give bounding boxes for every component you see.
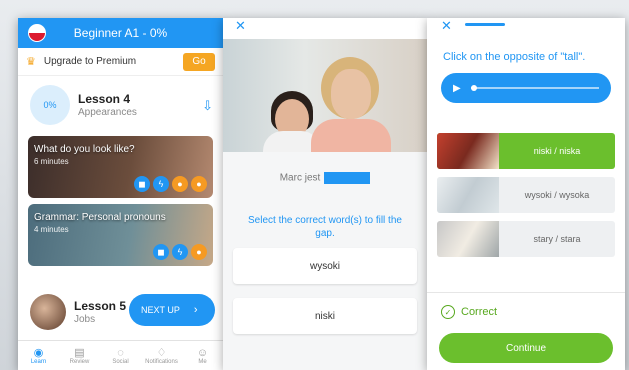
lesson-subtitle: Appearances <box>78 107 137 118</box>
lesson-title: Lesson 5 <box>74 299 127 313</box>
course-title: Beginner A1 - 0% <box>73 26 168 40</box>
star-icon: ● <box>172 176 188 192</box>
lesson-subtitle: Jobs <box>74 314 96 325</box>
next-up-label: NEXT UP <box>141 305 180 315</box>
cloud-download-icon[interactable]: ⇩ <box>202 98 213 114</box>
audio-knob[interactable] <box>470 85 477 91</box>
app-showcase: Beginner A1 - 0% ♛ Upgrade to Premium Go… <box>0 0 629 370</box>
continue-button[interactable]: Continue <box>439 333 613 363</box>
activity-duration: 4 minutes <box>34 225 69 234</box>
gap-sentence: Marc jest <box>223 172 427 184</box>
activity-title: Grammar: Personal pronouns <box>34 212 166 223</box>
course-screen: Beginner A1 - 0% ♛ Upgrade to Premium Go… <box>18 18 223 370</box>
activity-title: What do you look like? <box>34 144 135 155</box>
star-icon: ● <box>191 244 207 260</box>
play-icon[interactable]: ▶ <box>453 83 461 94</box>
user-icon: ☺ <box>196 346 209 359</box>
tab-bar: ◉ Learn ▤ Review ◌ Social ♢ Notifications ☺ M… <box>18 340 223 370</box>
close-icon[interactable]: ✕ <box>441 18 452 34</box>
lesson-progress: 0% <box>30 85 70 125</box>
premium-banner[interactable]: ♛ Upgrade to Premium Go <box>18 48 223 76</box>
vocabulary-icon: ◼ <box>134 176 150 192</box>
choice-option[interactable]: niski / niska <box>437 133 615 169</box>
choice-label: niski / niska <box>533 146 581 156</box>
audio-player[interactable]: ▶ <box>441 73 611 103</box>
fill-gap-screen: ✕ Marc jest Select the correct word(s) t… <box>223 18 427 370</box>
crown-icon: ♛ <box>26 56 36 68</box>
opposite-screen: ✕ Click on the opposite of "tall". ▶ nis… <box>427 18 625 370</box>
sentence-text: Marc jest <box>279 172 321 184</box>
vocabulary-icon: ◼ <box>153 244 169 260</box>
answer-option[interactable]: niski <box>233 298 417 334</box>
tab-learn[interactable]: ◉ Learn <box>18 341 59 370</box>
chevron-right-icon: › <box>193 304 198 316</box>
result-text: Correct <box>461 306 498 318</box>
result-status: ✓ Correct <box>427 293 625 319</box>
chat-icon: ● <box>191 176 207 192</box>
lesson-4[interactable]: 0% Lesson 4 Appearances ⇩ <box>18 76 223 134</box>
result-bar: ✓ Correct Continue <box>427 292 625 370</box>
bell-icon: ♢ <box>156 346 167 359</box>
go-button[interactable]: Go <box>183 52 215 71</box>
activity-icons: ◼ ϟ ● ● <box>134 176 207 192</box>
premium-text: Upgrade to Premium <box>43 56 137 67</box>
exercise-topbar: ✕ <box>427 18 625 39</box>
lightning-icon: ϟ <box>172 244 188 260</box>
exercise-photo <box>223 39 427 152</box>
globe-icon: ◉ <box>33 346 44 359</box>
choice-label: stary / stara <box>533 234 581 244</box>
chart-icon: ▤ <box>74 346 85 359</box>
lesson-avatar <box>30 294 66 330</box>
tab-me[interactable]: ☺ Me <box>182 341 223 370</box>
exercise-topbar: ✕ <box>223 18 427 39</box>
exercise-progress <box>465 23 505 26</box>
activity-duration: 6 minutes <box>34 157 69 166</box>
tab-review[interactable]: ▤ Review <box>59 341 100 370</box>
lightning-icon: ϟ <box>153 176 169 192</box>
choice-image <box>437 177 499 213</box>
choice-option[interactable]: wysoki / wysoka <box>437 177 615 213</box>
choice-label: wysoki / wysoka <box>524 190 590 200</box>
answer-gap <box>324 172 371 184</box>
tab-social[interactable]: ◌ Social <box>100 341 141 370</box>
check-icon: ✓ <box>441 305 455 319</box>
chat-bubble-icon: ◌ <box>117 346 124 359</box>
choice-option[interactable]: stary / stara <box>437 221 615 257</box>
course-header: Beginner A1 - 0% <box>18 18 223 48</box>
choice-image <box>437 221 499 257</box>
answer-option[interactable]: wysoki <box>233 248 417 284</box>
activity-card[interactable]: Grammar: Personal pronouns 4 minutes ◼ ϟ… <box>28 204 213 266</box>
lesson-title: Lesson 4 <box>78 92 131 106</box>
audio-track[interactable] <box>470 85 599 91</box>
close-icon[interactable]: ✕ <box>235 18 246 34</box>
activity-card[interactable]: What do you look like? 6 minutes ◼ ϟ ● ● <box>28 136 213 198</box>
activity-icons: ◼ ϟ ● <box>153 244 207 260</box>
choice-image <box>437 133 499 169</box>
instruction-text: Select the correct word(s) to fill the g… <box>248 215 402 239</box>
next-up-button[interactable]: NEXT UP › <box>129 294 215 326</box>
poland-flag-icon[interactable] <box>28 24 46 42</box>
tab-notifications[interactable]: ♢ Notifications <box>141 341 182 370</box>
question-text: Click on the opposite of "tall". <box>443 51 586 63</box>
